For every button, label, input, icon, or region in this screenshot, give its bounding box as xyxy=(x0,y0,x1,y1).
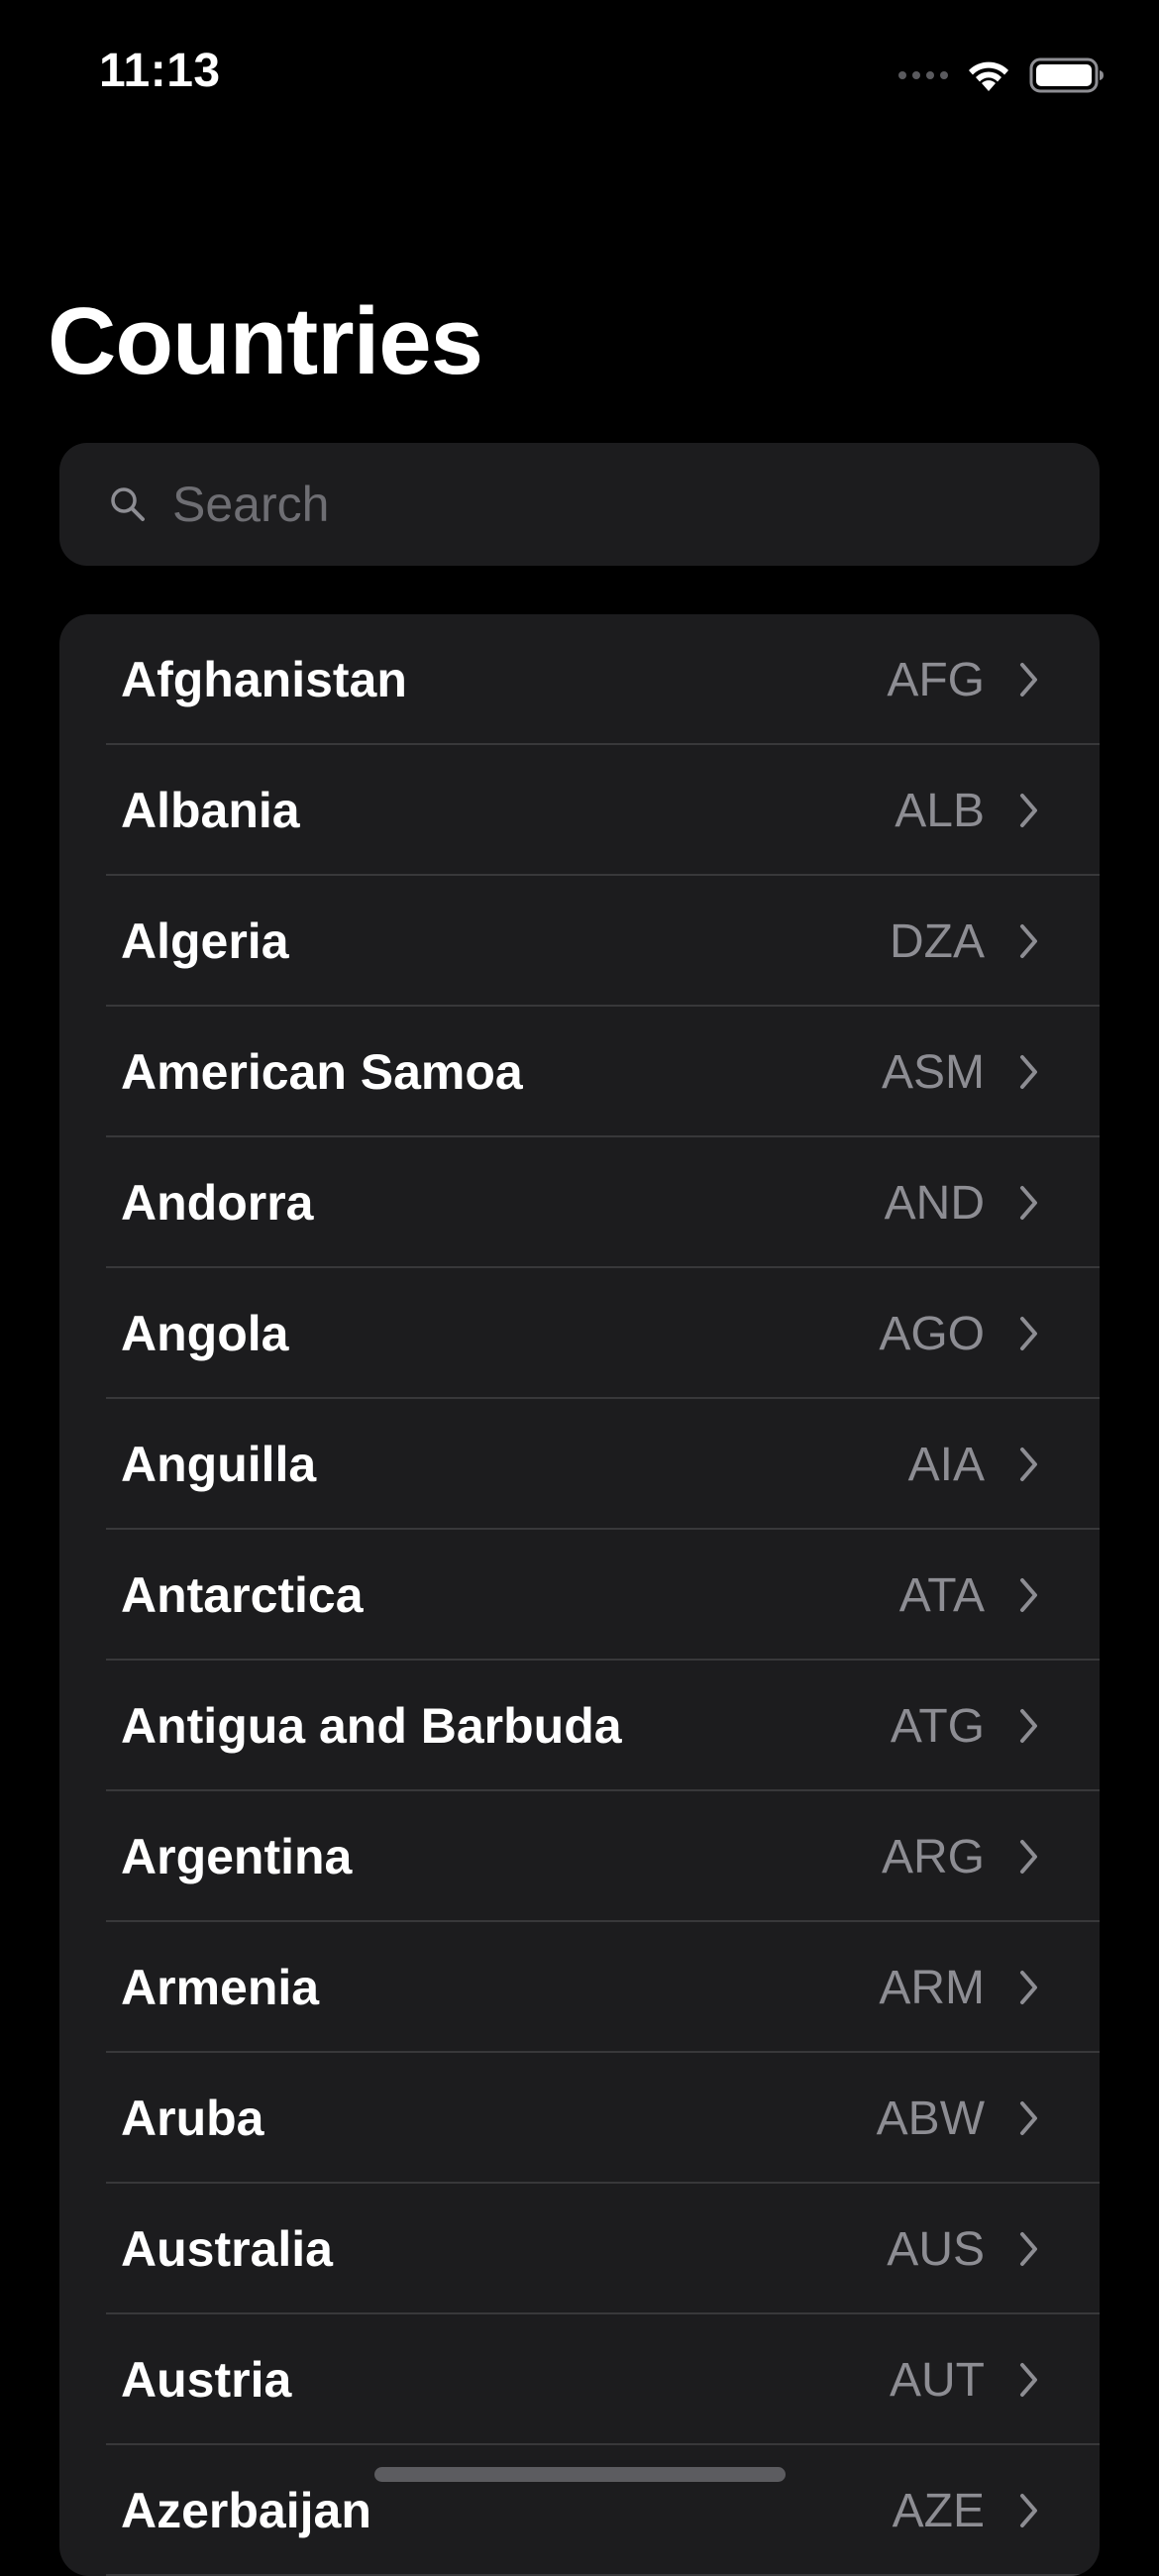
country-name: Algeria xyxy=(121,913,289,969)
chevron-right-icon xyxy=(1018,1707,1040,1745)
country-code: ATA xyxy=(898,1568,985,1622)
country-row[interactable]: Albania ALB xyxy=(59,745,1100,876)
signal-icon xyxy=(898,71,948,79)
battery-icon xyxy=(1029,57,1104,93)
country-code: ATG xyxy=(890,1699,985,1753)
status-indicators xyxy=(898,52,1105,99)
wifi-icon xyxy=(969,61,1008,91)
country-name: Antigua and Barbuda xyxy=(121,1698,622,1754)
status-time: 11:13 xyxy=(99,45,221,97)
country-code: DZA xyxy=(890,914,985,968)
country-name: Austria xyxy=(121,2352,292,2408)
country-name: Aruba xyxy=(121,2091,264,2146)
chevron-right-icon xyxy=(1018,1446,1040,1483)
country-code: ARG xyxy=(881,1830,985,1883)
country-row[interactable]: American Samoa ASM xyxy=(59,1007,1100,1137)
country-name: American Samoa xyxy=(121,1044,523,1100)
country-list: Afghanistan AFG Albania ALB Algeria DZA Americ… xyxy=(59,614,1100,2576)
country-code: ABW xyxy=(876,2092,985,2145)
country-row[interactable]: Antarctica ATA xyxy=(59,1530,1100,1661)
country-row[interactable]: Argentina ARG xyxy=(59,1791,1100,1922)
country-name: Australia xyxy=(121,2221,333,2277)
chevron-right-icon xyxy=(1018,2230,1040,2268)
country-row[interactable]: Armenia ARM xyxy=(59,1922,1100,2053)
country-name: Albania xyxy=(121,783,300,838)
search-icon xyxy=(107,483,149,525)
chevron-right-icon xyxy=(1018,1838,1040,1876)
country-row[interactable]: Australia AUS xyxy=(59,2184,1100,2314)
chevron-right-icon xyxy=(1018,2361,1040,2399)
country-code: AZE xyxy=(892,2484,985,2537)
chevron-right-icon xyxy=(1018,1576,1040,1614)
page-title: Countries xyxy=(48,288,483,394)
country-code: ALB xyxy=(895,784,985,837)
chevron-right-icon xyxy=(1018,1184,1040,1222)
country-code: AGO xyxy=(879,1307,985,1360)
country-row[interactable]: Angola AGO xyxy=(59,1268,1100,1399)
chevron-right-icon xyxy=(1018,1053,1040,1091)
country-row[interactable]: Algeria DZA xyxy=(59,876,1100,1007)
country-row[interactable]: Azerbaijan AZE xyxy=(59,2445,1100,2576)
country-code: AFG xyxy=(887,653,985,706)
country-code: AND xyxy=(884,1176,985,1230)
search-input[interactable] xyxy=(170,475,1046,534)
country-code: AUT xyxy=(890,2353,985,2407)
chevron-right-icon xyxy=(1018,792,1040,829)
country-code: AIA xyxy=(907,1438,985,1491)
home-indicator[interactable] xyxy=(374,2467,786,2482)
status-bar: 11:13 xyxy=(0,0,1159,149)
chevron-right-icon xyxy=(1018,1969,1040,2006)
search-bar[interactable] xyxy=(59,443,1100,566)
country-code: ASM xyxy=(881,1045,985,1099)
country-name: Anguilla xyxy=(121,1437,317,1492)
country-name: Angola xyxy=(121,1306,289,1361)
chevron-right-icon xyxy=(1018,2492,1040,2529)
country-name: Andorra xyxy=(121,1175,314,1231)
country-row[interactable]: Anguilla AIA xyxy=(59,1399,1100,1530)
country-row[interactable]: Afghanistan AFG xyxy=(59,614,1100,745)
chevron-right-icon xyxy=(1018,2099,1040,2137)
country-row[interactable]: Aruba ABW xyxy=(59,2053,1100,2184)
country-code: ARM xyxy=(879,1961,985,2014)
country-row[interactable]: Antigua and Barbuda ATG xyxy=(59,1661,1100,1791)
country-name: Azerbaijan xyxy=(121,2483,371,2538)
country-row[interactable]: Andorra AND xyxy=(59,1137,1100,1268)
chevron-right-icon xyxy=(1018,1315,1040,1352)
country-row[interactable]: Austria AUT xyxy=(59,2314,1100,2445)
country-name: Argentina xyxy=(121,1829,353,1884)
chevron-right-icon xyxy=(1018,922,1040,960)
country-name: Antarctica xyxy=(121,1567,364,1623)
country-name: Afghanistan xyxy=(121,652,407,707)
country-name: Armenia xyxy=(121,1960,320,2015)
country-code: AUS xyxy=(887,2222,985,2276)
chevron-right-icon xyxy=(1018,661,1040,698)
